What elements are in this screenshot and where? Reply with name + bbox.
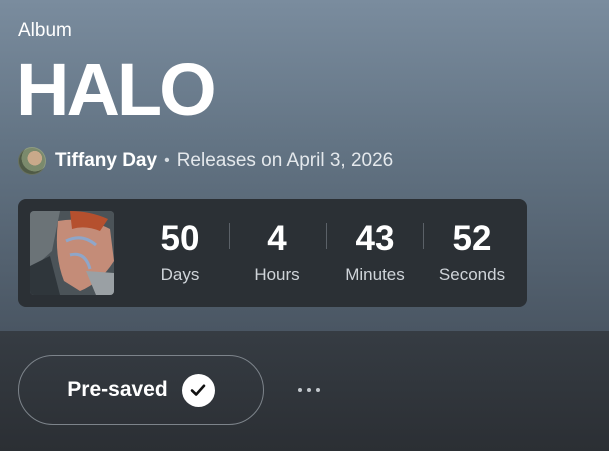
album-type-label: Album [18, 20, 72, 41]
countdown-days-label: Days [160, 265, 200, 284]
more-options-icon[interactable] [290, 376, 328, 404]
album-title: HALO [16, 48, 217, 131]
artist-link[interactable]: Tiffany Day [55, 150, 157, 172]
meta-separator: • [164, 152, 170, 169]
countdown-hours-value: 4 [267, 219, 287, 258]
album-cover-image [30, 211, 114, 295]
countdown-hours-label: Hours [254, 265, 300, 284]
countdown-days: 50 Days [135, 219, 225, 285]
release-date-text: Releases on April 3, 2026 [176, 150, 394, 171]
countdown-minutes-label: Minutes [345, 265, 405, 284]
countdown-days-value: 50 [160, 219, 200, 258]
countdown-divider [229, 223, 230, 249]
album-meta: Tiffany Day • Releases on April 3, 2026 [18, 146, 393, 176]
artist-avatar[interactable] [18, 147, 46, 175]
countdown-minutes-value: 43 [355, 219, 395, 258]
more-dot [298, 388, 302, 392]
countdown-minutes: 43 Minutes [330, 219, 420, 285]
release-countdown: 50 Days 4 Hours 43 Minutes 52 Seconds [18, 199, 527, 307]
presave-label: Pre-saved [67, 378, 168, 401]
more-dot [316, 388, 320, 392]
countdown-divider [326, 223, 327, 249]
check-circle-icon [181, 373, 215, 407]
countdown-seconds: 52 Seconds [427, 219, 517, 285]
countdown-hours: 4 Hours [232, 219, 322, 285]
countdown-seconds-label: Seconds [438, 265, 506, 284]
countdown-divider [423, 223, 424, 249]
more-dot [307, 388, 311, 392]
countdown-seconds-value: 52 [452, 219, 492, 258]
presave-button[interactable]: Pre-saved [18, 355, 264, 425]
